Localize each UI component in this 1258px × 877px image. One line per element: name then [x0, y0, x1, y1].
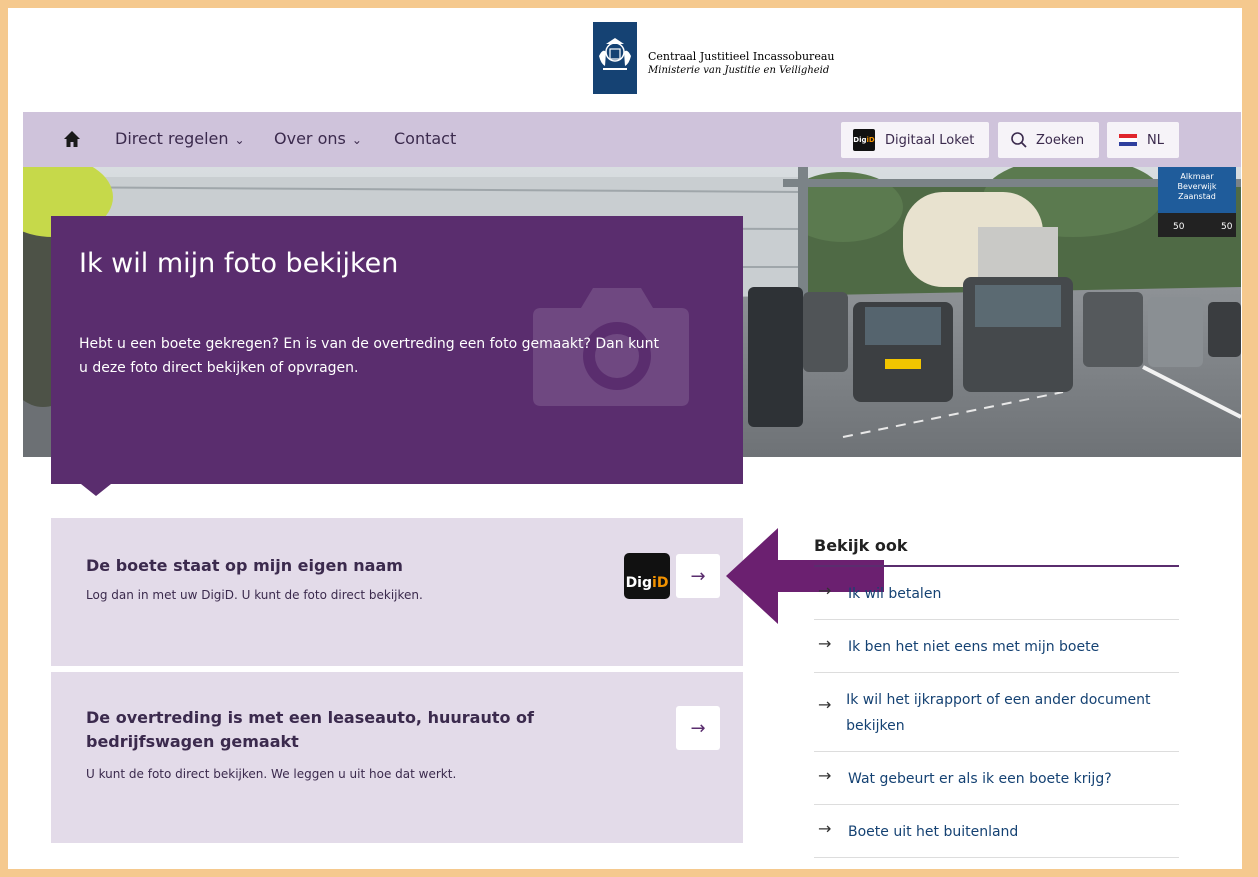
lease-car-button[interactable]: →	[676, 706, 720, 750]
dutch-flag-icon	[1119, 134, 1137, 146]
card-title: De overtreding is met een leaseauto, huu…	[86, 708, 534, 751]
digitaal-loket-label: Digitaal Loket	[885, 132, 975, 148]
nav-contact-label: Contact	[394, 129, 457, 148]
language-label: NL	[1147, 132, 1164, 148]
see-also-link-niet-eens[interactable]: → Ik ben het niet eens met mijn boete	[814, 620, 1179, 673]
see-also-link-wat-gebeurt[interactable]: → Wat gebeurt er als ik een boete krijg?	[814, 752, 1179, 805]
see-also-link-ijkrapport[interactable]: → Ik wil het ijkrapport of een ander doc…	[814, 673, 1179, 752]
digid-logo-icon: DigiD	[624, 553, 670, 599]
nav-direct-regelen[interactable]: Direct regelen ⌄	[115, 129, 245, 148]
arrow-right-icon: →	[818, 634, 832, 653]
nav-direct-regelen-label: Direct regelen	[115, 129, 229, 148]
arrow-right-icon: →	[690, 717, 706, 739]
card-text: Log dan in met uw DigiD. U kunt de foto …	[86, 588, 423, 602]
search-icon	[1011, 132, 1027, 148]
see-also-title: Bekijk ook	[814, 536, 1179, 567]
digid-icon: Dig iD	[853, 129, 875, 151]
see-also-link-buitenland[interactable]: → Boete uit het buitenland	[814, 805, 1179, 858]
see-also-link-label: Boete uit het buitenland	[848, 824, 1019, 840]
nav-over-ons[interactable]: Over ons ⌄	[274, 129, 362, 148]
digid-logo-text: DigiD	[625, 575, 669, 591]
home-icon[interactable]	[63, 130, 81, 148]
main-navigation: Direct regelen ⌄ Over ons ⌄ Contact Dig iD …	[23, 112, 1241, 167]
arrow-right-icon: →	[690, 565, 706, 587]
arrow-right-icon: →	[818, 819, 832, 838]
chevron-down-icon: ⌄	[351, 133, 362, 147]
hero-description: Hebt u een boete gekregen? En is van de …	[79, 336, 659, 376]
card-text: U kunt de foto direct bekijken. We legge…	[86, 767, 457, 781]
option-card-own-name[interactable]: De boete staat op mijn eigen naam Log da…	[51, 518, 743, 666]
sign-speed-left: 50	[1173, 222, 1185, 232]
hero-panel: Ik wil mijn foto bekijken Hebt u een boe…	[51, 216, 743, 496]
logo-header: Centraal Justitieel Incassobureau Minist…	[8, 8, 1242, 112]
government-emblem-icon[interactable]	[593, 22, 637, 94]
see-also-link-betalen[interactable]: → Ik wil betalen	[814, 567, 1179, 620]
organization-name[interactable]: Centraal Justitieel Incassobureau Minist…	[648, 50, 834, 77]
arrow-right-icon: →	[818, 766, 832, 785]
see-also-section: Bekijk ook → Ik wil betalen → Ik ben het…	[814, 536, 1179, 858]
page-frame: Centraal Justitieel Incassobureau Minist…	[8, 8, 1242, 869]
hero-pointer	[81, 484, 111, 496]
language-button[interactable]: NL	[1107, 122, 1179, 158]
page-title: Ik wil mijn foto bekijken	[79, 248, 399, 279]
sign-line2: Beverwijk	[1178, 182, 1217, 191]
see-also-link-label: Wat gebeurt er als ik een boete krijg?	[848, 771, 1112, 787]
card-title: De boete staat op mijn eigen naam	[86, 556, 403, 575]
arrow-right-icon: →	[818, 695, 832, 714]
see-also-link-label: Ik wil het ijkrapport of een ander docum…	[846, 692, 1151, 734]
login-digid-button[interactable]: →	[676, 554, 720, 598]
sign-line3: Zaanstad	[1178, 192, 1216, 201]
see-also-link-label: Ik wil betalen	[848, 586, 942, 602]
ministry-name: Ministerie van Justitie en Veiligheid	[648, 65, 830, 76]
arrow-right-icon: →	[818, 581, 832, 600]
sign-speed-right: 50	[1221, 222, 1233, 232]
nav-contact[interactable]: Contact	[394, 129, 456, 148]
organization-title: Centraal Justitieel Incassobureau	[648, 50, 835, 63]
search-button[interactable]: Zoeken	[998, 122, 1099, 158]
chevron-down-icon: ⌄	[234, 133, 245, 147]
option-card-lease-car[interactable]: De overtreding is met een leaseauto, huu…	[51, 672, 743, 843]
nav-over-ons-label: Over ons	[274, 129, 346, 148]
search-label: Zoeken	[1036, 132, 1085, 148]
sign-line1: Alkmaar	[1180, 172, 1214, 181]
digitaal-loket-button[interactable]: Dig iD Digitaal Loket	[841, 122, 989, 158]
see-also-link-label: Ik ben het niet eens met mijn boete	[848, 639, 1100, 655]
